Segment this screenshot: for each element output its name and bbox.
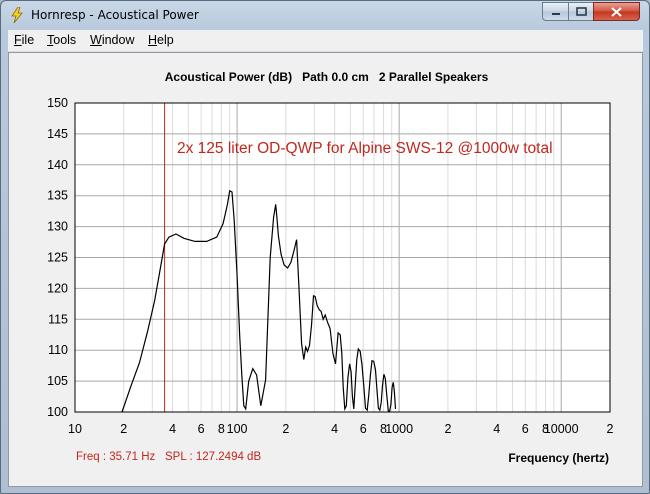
y-tick-label: 105 xyxy=(47,374,68,388)
x-tick-label: 2 xyxy=(444,422,451,436)
y-tick-label: 140 xyxy=(47,158,68,172)
x-tick-label: 4 xyxy=(169,422,176,436)
x-tick-label: 8 xyxy=(218,422,225,436)
x-axis-label: Frequency (hertz) xyxy=(508,451,609,465)
x-tick-label: 6 xyxy=(198,422,205,436)
title-bar[interactable]: Hornresp - Acoustical Power xyxy=(1,1,649,30)
cursor-frequency: Freq : 35.71 Hz xyxy=(76,451,156,463)
menu-help[interactable]: Help xyxy=(148,33,174,47)
plot-annotation: 2x 125 liter OD-QWP for Alpine SWS-12 @1… xyxy=(177,140,553,157)
y-tick-label: 115 xyxy=(48,312,68,326)
x-tick-label: 1000 xyxy=(385,422,413,436)
menu-bar: File Tools Window Help xyxy=(8,30,643,52)
x-tick-label: 2 xyxy=(120,422,127,436)
x-tick-label: 4 xyxy=(331,422,338,436)
x-tick-label: 10000 xyxy=(544,422,579,436)
menu-file[interactable]: File xyxy=(14,33,34,47)
close-button[interactable] xyxy=(593,2,640,21)
y-tick-label: 150 xyxy=(47,96,68,110)
y-tick-label: 120 xyxy=(47,281,68,295)
hornresp-app-icon xyxy=(11,7,23,23)
y-tick-label: 145 xyxy=(47,127,68,141)
app-window: Hornresp - Acoustical Power File Tools W… xyxy=(0,0,650,494)
x-tick-label: 2 xyxy=(607,422,614,436)
x-tick-label: 4 xyxy=(493,422,500,436)
window-title: Hornresp - Acoustical Power xyxy=(31,8,199,22)
menu-window[interactable]: Window xyxy=(90,33,134,47)
x-tick-label: 2 xyxy=(282,422,289,436)
y-tick-label: 110 xyxy=(48,343,68,357)
minimize-button[interactable] xyxy=(542,2,569,21)
x-tick-label: 6 xyxy=(360,422,367,436)
maximize-icon xyxy=(575,7,587,16)
maximize-button[interactable] xyxy=(568,2,594,21)
y-tick-label: 135 xyxy=(47,189,68,203)
minimize-icon xyxy=(551,12,560,15)
x-tick-label: 10 xyxy=(68,422,82,436)
y-tick-label: 130 xyxy=(47,220,68,234)
y-tick-label: 125 xyxy=(47,251,68,265)
x-tick-label: 100 xyxy=(227,422,248,436)
y-tick-label: 100 xyxy=(47,405,68,419)
close-icon xyxy=(611,6,622,17)
x-tick-label: 6 xyxy=(522,422,529,436)
menu-tools[interactable]: Tools xyxy=(47,33,76,47)
cursor-spl: SPL : 127.2494 dB xyxy=(165,451,262,463)
chart-panel: Acoustical Power (dB) Path 0.0 cm 2 Para… xyxy=(8,52,643,487)
acoustical-power-chart[interactable]: 150145140135130125120115110105100 10 2 4 6 8… xyxy=(9,53,642,486)
